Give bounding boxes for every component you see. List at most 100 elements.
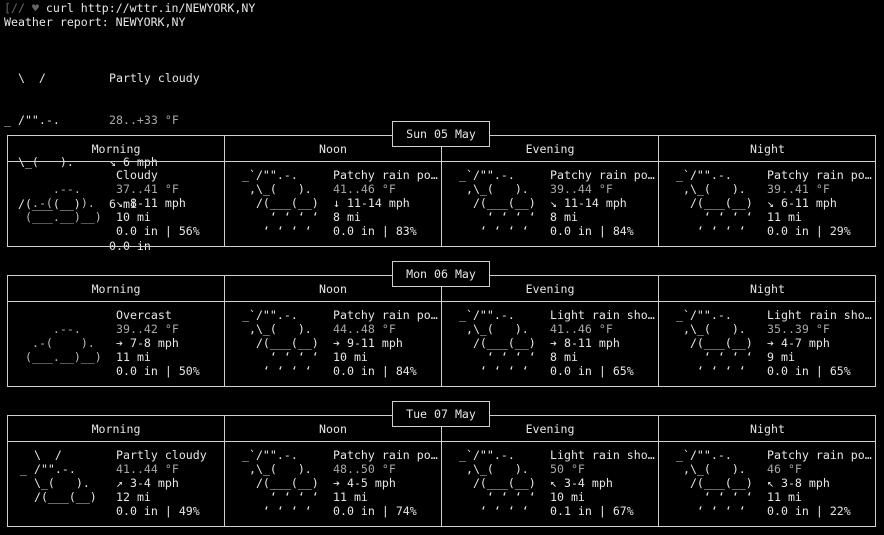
sun-weather-art: \ / _ /"".-. \_( ). /(___(__) [20, 448, 97, 504]
period-info: Overcast 39..42 °F ➔ 7-8 mph 11 mi 0.0 in | … [116, 308, 200, 378]
art-line: ,\_( ). [452, 322, 529, 336]
wind-row: ↗ 3-4 mph [116, 476, 207, 490]
art-line: _ /"".-. [4, 113, 60, 127]
command-text: curl http://wttr.in/NEWYORK,NY [45, 1, 256, 15]
condition: Light rain sho… [550, 308, 655, 322]
heart-icon: ♥ [31, 1, 39, 15]
temperature: 41..44 °F [116, 462, 179, 476]
art-line: ʻ ʻ ʻ ʻ [452, 364, 529, 378]
period-info: Light rain sho… 50 °F ↖ 3-4 mph 10 mi 0.1 in… [550, 448, 655, 518]
temperature: 39..41 °F [767, 182, 830, 196]
period-info: Cloudy 37..41 °F ↘ 8-11 mph 10 mi 0.0 in | 5… [116, 168, 200, 238]
period-header-night: Night [750, 141, 785, 156]
wind-row: ➔ 4-5 mph [333, 476, 438, 490]
art-line: ʻ ʻ ʻ ʻ [235, 224, 312, 238]
period-cell-night: _`/"".-. ,\_( ). /(___(__) ʻ ʻ ʻ ʻ ʻ ʻ ʻ… [659, 442, 876, 526]
condition: Partly cloudy [116, 448, 207, 462]
wind-row: ↖ 3-8 mph [767, 476, 872, 490]
period-info: Patchy rain po… 41..46 °F ↓ 11-14 mph 8 mi 0… [333, 168, 438, 238]
day-date-label: Tue 07 May [392, 401, 490, 427]
art-line: _`/"".-. [452, 168, 515, 182]
art-line: _`/"".-. [669, 168, 732, 182]
temperature: 46 °F [767, 462, 802, 476]
wind-speed: 8-11 mph [563, 336, 620, 350]
day-date-label: Mon 06 May [392, 261, 490, 287]
art-line: \_( ). [20, 476, 90, 490]
rain-weather-art: _`/"".-. ,\_( ). /(___(__) ʻ ʻ ʻ ʻ ʻ ʻ ʻ… [452, 168, 536, 238]
art-line: ʻ ʻ ʻ ʻ [452, 504, 529, 518]
period-info: Light rain sho… 41..46 °F ➔ 8-11 mph 8 mi 0.… [550, 308, 655, 378]
art-line: ʻ ʻ ʻ ʻ [669, 364, 746, 378]
temperature: 37..41 °F [116, 182, 179, 196]
art-line: /(___(__) [235, 196, 319, 210]
visibility: 10 mi [550, 490, 585, 504]
period-header-night: Night [750, 421, 785, 436]
precipitation: 0.0 in | 22% [767, 504, 851, 518]
condition: Patchy rain po… [550, 168, 655, 182]
period-info: Patchy rain po… 48..50 °F ➔ 4-5 mph 11 mi 0.… [333, 448, 438, 518]
wind-speed: 8-11 mph [129, 196, 186, 210]
art-line [18, 168, 102, 182]
temperature: 41..46 °F [333, 182, 396, 196]
art-line: (___.__)__) [18, 350, 102, 364]
precipitation: 0.0 in | 84% [333, 364, 417, 378]
wind-row: ↘ 6-11 mph [767, 196, 872, 210]
visibility: 12 mi [116, 490, 151, 504]
command-line[interactable]: [// ♥ curl http://wttr.in/NEWYORK,NY [4, 1, 255, 15]
art-line: ,\_( ). [452, 462, 529, 476]
prompt-prefix: [// [4, 1, 25, 15]
art-line: _`/"".-. [235, 168, 298, 182]
visibility: 9 mi [767, 350, 795, 364]
rain-weather-art: _`/"".-. ,\_( ). /(___(__) ʻ ʻ ʻ ʻ ʻ ʻ ʻ… [235, 168, 319, 238]
period-header-night: Night [750, 281, 785, 296]
art-line: ʻ ʻ ʻ ʻ [452, 490, 536, 504]
cloud-weather-art: .--. .-( ). (___.__)__) [18, 168, 102, 224]
wind-arrow-icon: ↗ [116, 476, 123, 490]
period-cell-night: _`/"".-. ,\_( ). /(___(__) ʻ ʻ ʻ ʻ ʻ ʻ ʻ… [659, 302, 876, 386]
art-line: /(___(__) [452, 196, 536, 210]
art-line: /(___(__) [452, 476, 536, 490]
precipitation: 0.0 in | 65% [550, 364, 634, 378]
period-cell-evening: _`/"".-. ,\_( ). /(___(__) ʻ ʻ ʻ ʻ ʻ ʻ ʻ… [442, 442, 659, 526]
art-line: ,\_( ). [669, 462, 746, 476]
rain-weather-art: _`/"".-. ,\_( ). /(___(__) ʻ ʻ ʻ ʻ ʻ ʻ ʻ… [235, 308, 319, 378]
precipitation: 0.0 in | 74% [333, 504, 417, 518]
rain-weather-art: _`/"".-. ,\_( ). /(___(__) ʻ ʻ ʻ ʻ ʻ ʻ ʻ… [452, 448, 536, 518]
period-header-morning: Morning [8, 276, 225, 301]
wind-arrow-icon: ↓ [333, 196, 340, 210]
wind-speed: 4-5 mph [346, 476, 396, 490]
wind-speed: 11-14 mph [346, 196, 410, 210]
art-line: ʻ ʻ ʻ ʻ [669, 350, 753, 364]
art-line: /(___(__) [669, 476, 753, 490]
terminal-window[interactable]: [// ♥ curl http://wttr.in/NEWYORK,NY Wea… [0, 0, 884, 535]
condition: Light rain sho… [550, 448, 655, 462]
art-line: /(___(__) [235, 336, 319, 350]
wind-speed: 7-8 mph [129, 336, 179, 350]
art-line: .-( ). [18, 196, 95, 210]
rain-weather-art: _`/"".-. ,\_( ). /(___(__) ʻ ʻ ʻ ʻ ʻ ʻ ʻ… [452, 308, 536, 378]
visibility: 8 mi [550, 350, 578, 364]
art-line: ʻ ʻ ʻ ʻ [669, 504, 746, 518]
wind-arrow-icon: ↘ [116, 196, 123, 210]
art-line: ʻ ʻ ʻ ʻ [452, 210, 536, 224]
rain-weather-art: _`/"".-. ,\_( ). /(___(__) ʻ ʻ ʻ ʻ ʻ ʻ ʻ… [669, 168, 753, 238]
period-cell-evening: _`/"".-. ,\_( ). /(___(__) ʻ ʻ ʻ ʻ ʻ ʻ ʻ… [442, 162, 659, 246]
art-line: _`/"".-. [669, 308, 732, 322]
period-info: Light rain sho… 35..39 °F ➔ 4-7 mph 9 mi 0.0… [767, 308, 872, 378]
art-line: .--. [18, 322, 81, 336]
period-info: Partly cloudy 41..44 °F ↗ 3-4 mph 12 mi 0.0 … [116, 448, 207, 518]
period-cell-morning: \ / _ /"".-. \_( ). /(___(__) Partly cloud… [8, 442, 225, 526]
period-header-morning: Morning [8, 416, 225, 441]
temperature: 35..39 °F [767, 322, 830, 336]
art-line: ʻ ʻ ʻ ʻ [669, 490, 753, 504]
wind-speed: 3-4 mph [129, 476, 179, 490]
wind-speed: 6-11 mph [780, 196, 837, 210]
art-line: _`/"".-. [452, 308, 515, 322]
period-cell-morning: .--. .-( ). (___.__)__) Cloudy 37..41 °F ↘ … [8, 162, 225, 246]
wind-arrow-icon: ➔ [333, 336, 340, 350]
visibility: 8 mi [333, 210, 361, 224]
art-line: /(___(__) [452, 336, 536, 350]
wind-row: ↘ 11-14 mph [550, 196, 655, 210]
wind-arrow-icon: ➔ [550, 336, 557, 350]
current-temperature: 28..+33 °F [109, 113, 179, 127]
